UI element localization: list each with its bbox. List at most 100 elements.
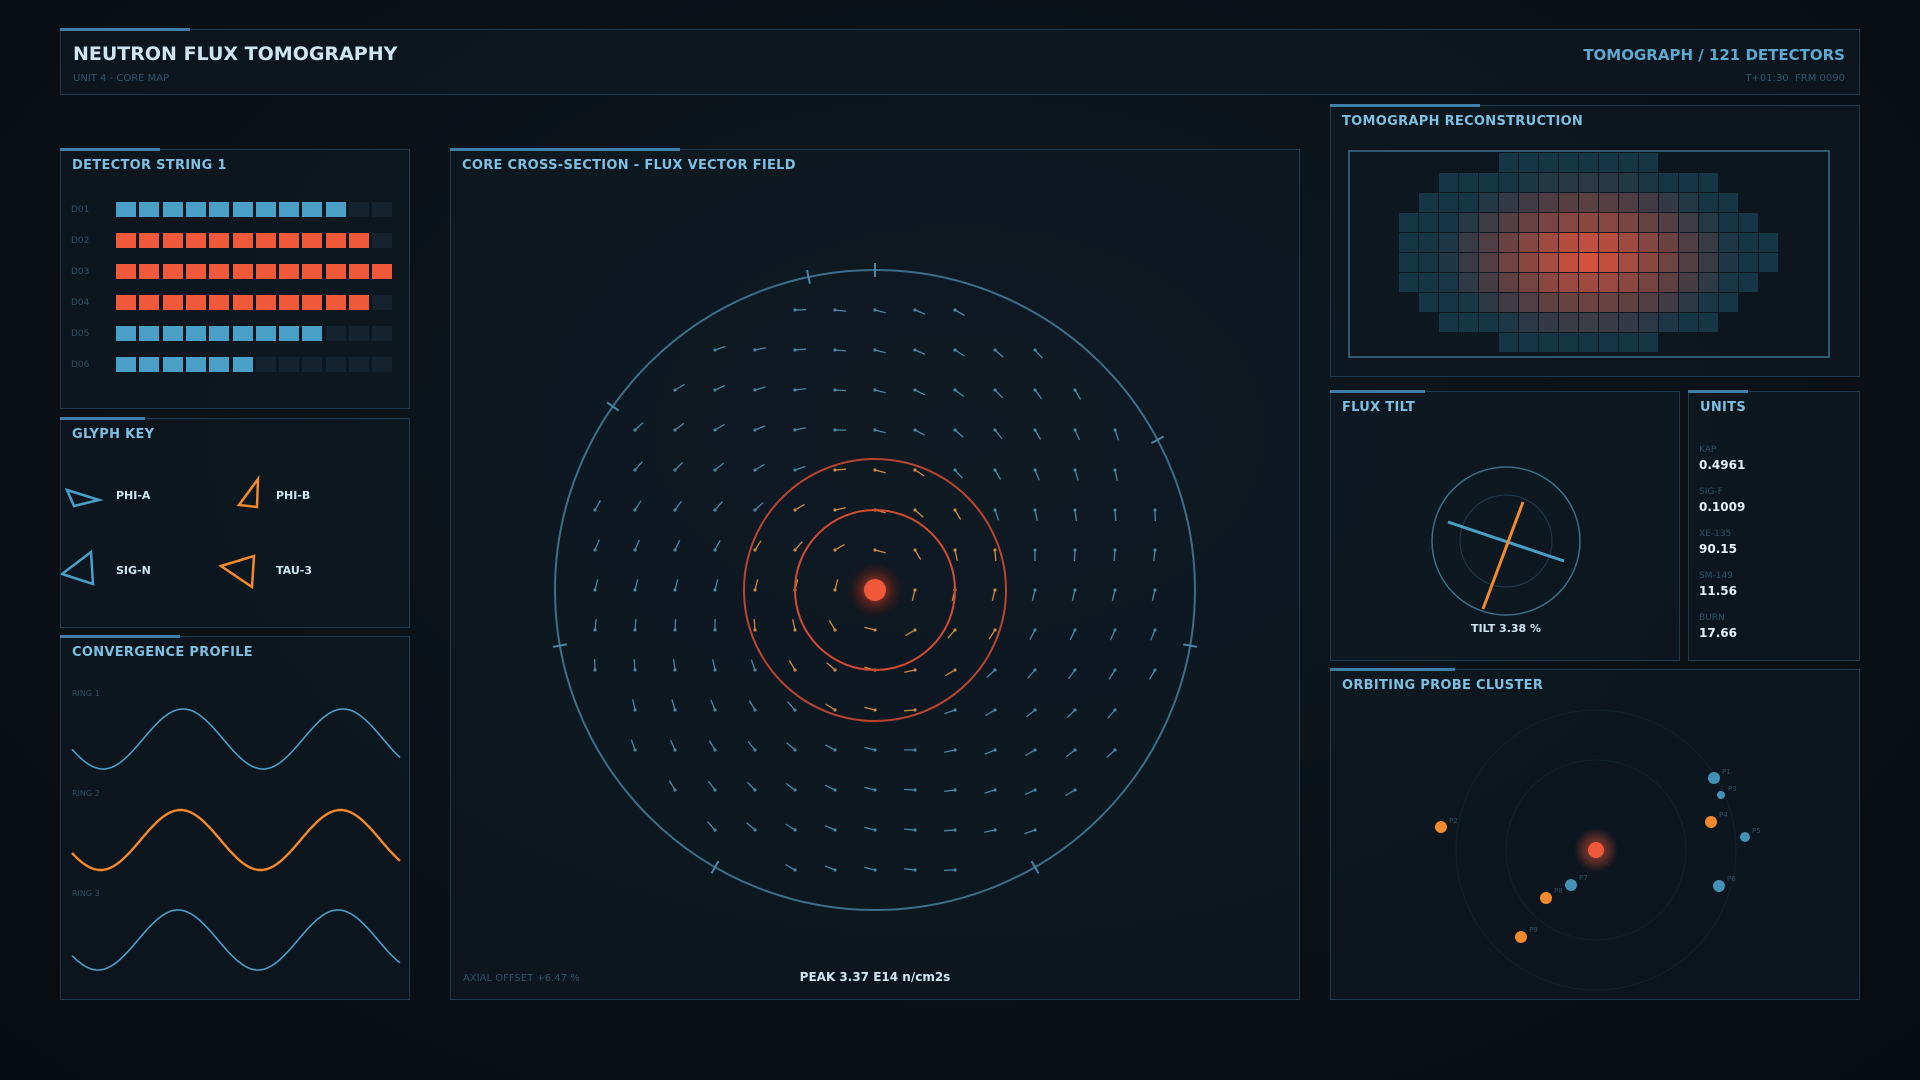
unit-value: 11.56 (1699, 584, 1737, 598)
flux-vector (1034, 429, 1042, 440)
flux-vector-origin (913, 348, 917, 352)
tomograph-cell (1479, 253, 1498, 272)
probe-dot (1713, 880, 1725, 892)
tomograph-cell (1479, 193, 1498, 212)
probe-p8[interactable]: P8 (1540, 887, 1563, 904)
detector-segment (349, 202, 369, 217)
flux-vector (794, 503, 805, 511)
flux-vector-origin (753, 588, 757, 592)
flux-vector (714, 539, 721, 551)
flux-vector (1153, 549, 1156, 561)
flux-vector-origin (753, 788, 757, 792)
flux-vector (674, 579, 679, 591)
detector-segment (185, 202, 206, 217)
detector-segment (302, 233, 323, 248)
flux-vector-origin (1033, 548, 1037, 552)
flux-vector (630, 739, 636, 751)
tomograph-cell (1659, 213, 1678, 232)
tomograph-cell (1619, 153, 1638, 172)
flux-vector-origin (833, 388, 837, 392)
probe-label: P6 (1727, 875, 1736, 883)
flux-vector (674, 539, 681, 551)
unit-value: 0.1009 (1699, 500, 1746, 514)
probe-p9[interactable]: P9 (1515, 926, 1538, 943)
flux-vector-origin (713, 468, 717, 472)
tomograph-cell (1439, 213, 1458, 232)
tomograph-cell (1459, 313, 1478, 332)
core-panel: CORE CROSS-SECTION - FLUX VECTOR FIELD A… (450, 148, 1300, 1000)
flux-vector (994, 469, 1002, 480)
flux-vector (792, 619, 796, 631)
flux-vector-origin (953, 788, 957, 792)
probe-p3[interactable]: P3 (1717, 785, 1737, 799)
flux-vector-origin (833, 348, 837, 352)
flux-vector-origin (673, 548, 677, 552)
flux-vector-origin (993, 708, 997, 712)
detector-segment (185, 295, 206, 310)
glyph-key-panel: GLYPH KEY PHI-A PHI-B SIG-N TAU-3 (60, 417, 410, 628)
flux-vector (988, 629, 996, 640)
flux-vector (914, 469, 925, 477)
probe-p2[interactable]: P2 (1435, 817, 1458, 833)
flux-tilt-dial: TILT 3.38 % (1431, 466, 1581, 635)
tomograph-cell (1679, 293, 1698, 312)
flux-vector-origin (873, 788, 877, 792)
flux-vector-origin (713, 388, 717, 392)
glyph-label-phi-a: PHI-A (116, 489, 151, 502)
detector-segment (209, 357, 230, 372)
flux-vector-origin (1033, 828, 1037, 832)
flux-vector-origin (793, 508, 797, 512)
probe-p6[interactable]: P6 (1713, 875, 1736, 892)
probe-p7[interactable]: P7 (1565, 874, 1588, 891)
flux-vector-origin (873, 428, 877, 432)
tomograph-cell (1679, 213, 1698, 232)
triangle-down-left-icon (218, 554, 256, 590)
tomograph-cell (1699, 233, 1718, 252)
flux-vector-origin (1033, 708, 1037, 712)
detector-row: D05 (61, 326, 409, 342)
flux-vector-origin (633, 668, 637, 672)
flux-vector-origin (833, 588, 837, 592)
detector-segment (372, 202, 393, 217)
tomograph-cell (1559, 153, 1578, 172)
tomograph-cell (1599, 273, 1618, 292)
flux-vector-origin (953, 828, 957, 832)
flux-vector-origin (953, 508, 957, 512)
flux-vector (954, 509, 962, 520)
tomograph-cell (1459, 253, 1478, 272)
detector-segment (139, 202, 160, 217)
detector-segment (162, 264, 183, 279)
flux-vector-origin (1033, 428, 1037, 432)
flux-vector-origin (1073, 508, 1077, 512)
frame-readout: T+01:30 FRM 0090 (1745, 73, 1845, 84)
flux-vector (1071, 589, 1076, 601)
flux-vector-origin (873, 348, 877, 352)
detector-segment (116, 326, 136, 341)
probe-p5[interactable]: P5 (1740, 827, 1761, 842)
tomograph-cell (1539, 253, 1558, 272)
flux-vector (754, 540, 762, 551)
tomograph-cell (1519, 253, 1538, 272)
flux-vector (785, 863, 796, 871)
tomograph-cell (1619, 293, 1638, 312)
flux-tilt-panel: FLUX TILT TILT 3.38 % (1330, 390, 1680, 661)
flux-vector (834, 543, 845, 551)
tomograph-cell (1719, 233, 1738, 252)
tomograph-cell (1499, 253, 1518, 272)
probe-p4[interactable]: P4 (1705, 811, 1728, 828)
flux-vector (754, 425, 766, 431)
detector-segment (255, 326, 276, 341)
flux-vector (634, 579, 639, 591)
tomograph-cell (1519, 193, 1538, 212)
tomograph-cell (1599, 253, 1618, 272)
tomograph-cell (1639, 273, 1658, 292)
detector-row: D06 (61, 357, 409, 373)
flux-vector-origin (993, 388, 997, 392)
flux-vector-origin (713, 628, 717, 632)
flux-vector (634, 422, 644, 431)
flux-vector (1111, 589, 1116, 601)
flux-vector-origin (1033, 748, 1037, 752)
flux-vector-origin (793, 868, 797, 872)
detector-segment (372, 264, 393, 279)
flux-vector (671, 699, 676, 711)
